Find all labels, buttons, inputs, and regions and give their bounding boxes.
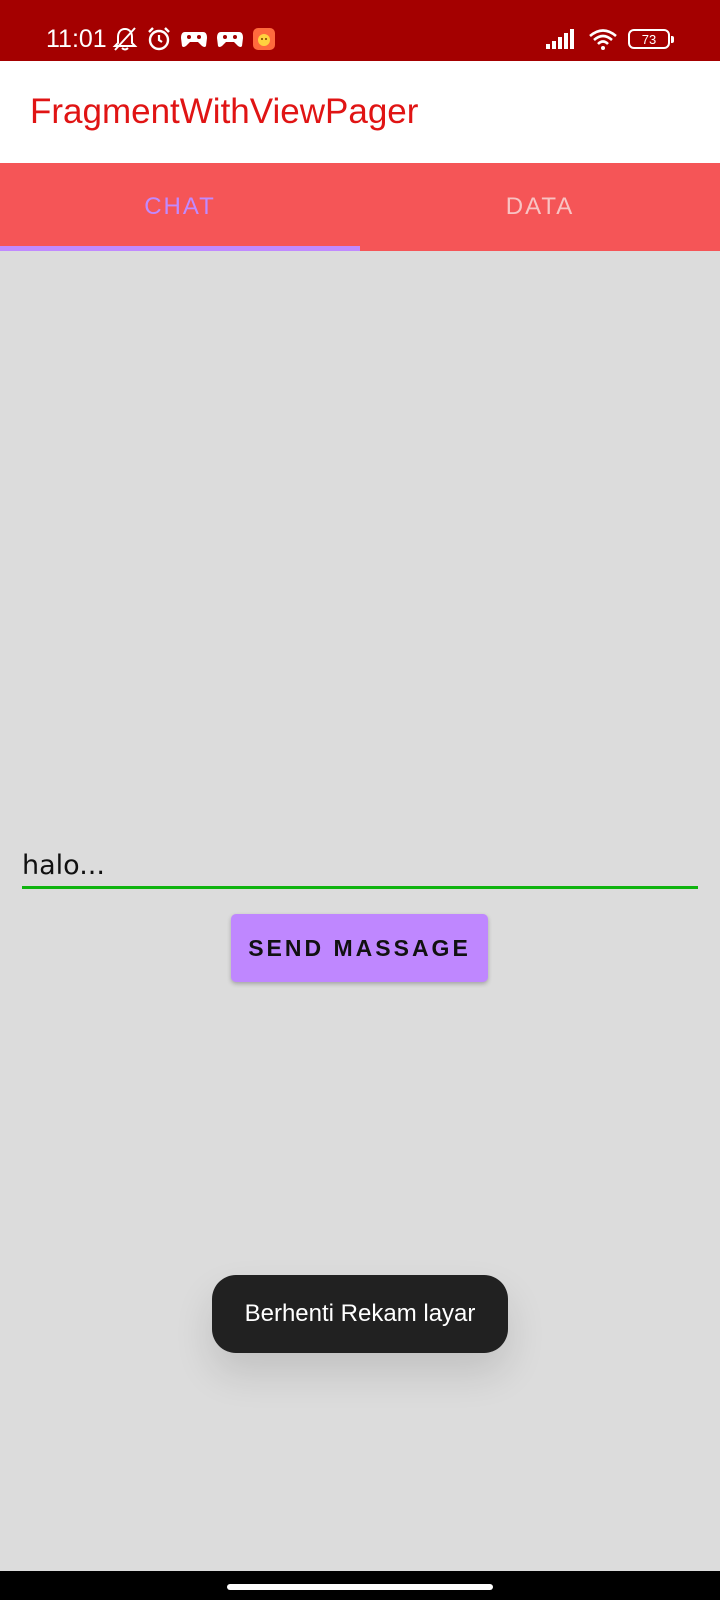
tab-indicator <box>0 246 360 251</box>
status-icons-right: 73 <box>546 24 674 54</box>
app-bar: FragmentWithViewPager <box>0 61 720 163</box>
toast: Berhenti Rekam layar <box>212 1275 508 1353</box>
tab-data[interactable]: DATA <box>360 163 720 251</box>
send-message-button[interactable]: SEND MASSAGE <box>231 914 488 982</box>
wifi-icon <box>588 28 618 50</box>
message-input[interactable] <box>22 845 698 889</box>
battery-level: 73 <box>641 31 657 47</box>
nav-bar <box>0 1571 720 1600</box>
tab-data-label: DATA <box>505 193 575 220</box>
alarm-icon <box>146 26 172 52</box>
app-title: FragmentWithViewPager <box>30 92 419 131</box>
toast-message: Berhenti Rekam layar <box>244 1300 476 1327</box>
status-bar: 11:01 73 <box>0 0 720 61</box>
game-controller-icon <box>216 28 244 50</box>
muted-bell-icon <box>112 26 138 52</box>
tab-chat[interactable]: CHAT <box>0 163 360 251</box>
app-notification-icon <box>252 27 276 51</box>
battery-icon: 73 <box>628 29 674 49</box>
tab-chat-label: CHAT <box>144 193 216 220</box>
game-controller-icon <box>180 28 208 50</box>
signal-icon <box>546 29 578 49</box>
tab-bar: CHAT DATA <box>0 163 720 251</box>
battery-cap <box>671 36 674 43</box>
status-time: 11:01 <box>46 25 107 53</box>
home-indicator[interactable] <box>227 1584 493 1590</box>
status-icons-left <box>112 24 276 54</box>
